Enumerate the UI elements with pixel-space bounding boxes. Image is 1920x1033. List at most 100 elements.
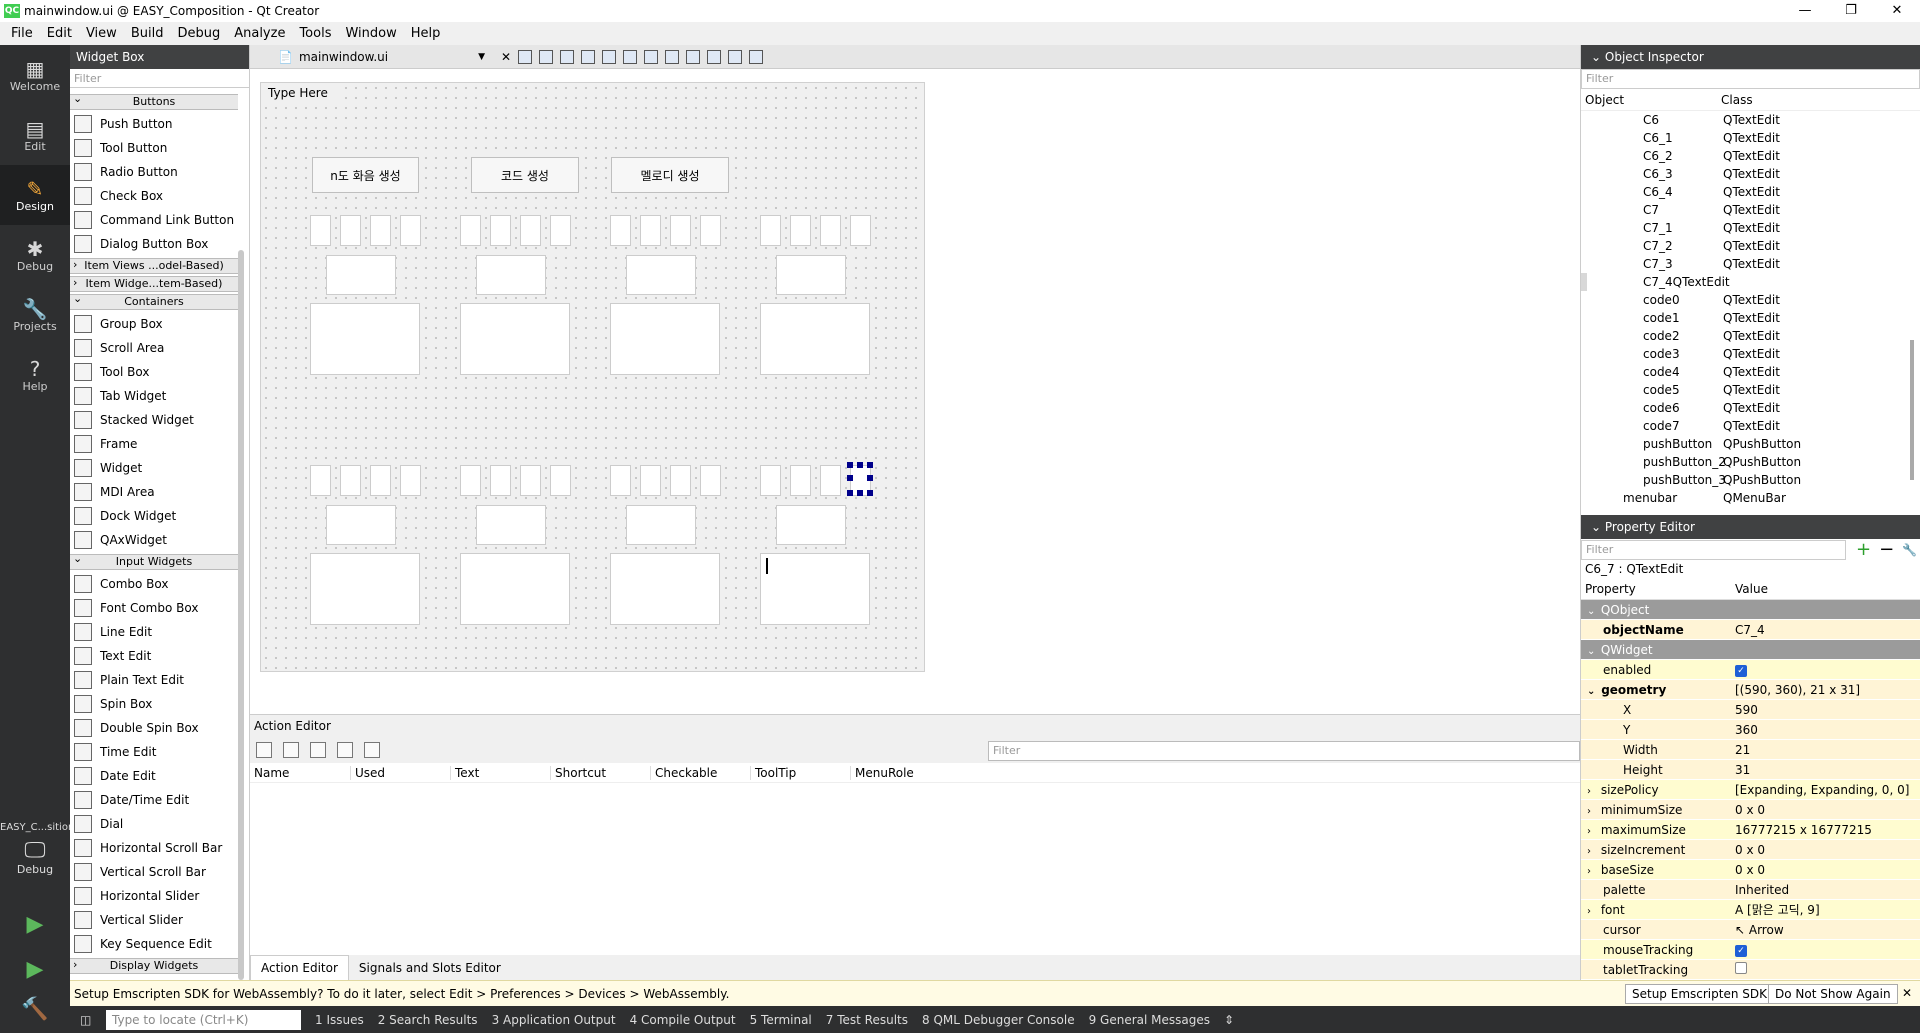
property-row[interactable]: › font A [맑은 고딕, 9] — [1581, 900, 1920, 920]
widget-category[interactable]: Item Views ...odel-Based) — [70, 258, 238, 274]
property-row[interactable]: ⌄ QObject — [1581, 600, 1920, 620]
text-edit-melody[interactable] — [610, 553, 720, 625]
mode-welcome[interactable]: ▦ Welcome — [0, 45, 70, 105]
object-tree-row[interactable]: code7 QTextEdit — [1581, 417, 1920, 435]
chevron-down-icon[interactable]: ⌄ — [1587, 606, 1597, 617]
widget-item[interactable]: Dock Widget — [70, 504, 238, 528]
text-edit-small[interactable] — [490, 465, 511, 496]
layout-grid-icon[interactable] — [707, 49, 722, 64]
widget-box-filter[interactable]: Filter — [70, 69, 249, 88]
property-value[interactable]: 360 — [1731, 723, 1920, 737]
text-edit-small[interactable] — [670, 465, 691, 496]
widget-item[interactable]: Tool Box — [70, 360, 238, 384]
text-edit-melody[interactable] — [310, 553, 420, 625]
text-edit-melody[interactable] — [760, 553, 870, 625]
text-edit-melody[interactable] — [460, 303, 570, 375]
text-edit-small[interactable] — [460, 215, 481, 246]
text-edit-small[interactable] — [550, 215, 571, 246]
object-tree-row[interactable]: C6_1 QTextEdit — [1581, 129, 1920, 147]
text-edit-small[interactable] — [310, 465, 331, 496]
widget-item[interactable]: Check Box — [70, 184, 238, 208]
menu-debug[interactable]: Debug — [170, 26, 227, 41]
text-edit-small[interactable] — [760, 465, 781, 496]
widget-item[interactable]: Group Box — [70, 312, 238, 336]
property-row[interactable]: Width 21 — [1581, 740, 1920, 760]
col-object[interactable]: Object — [1581, 93, 1721, 107]
text-edit-small[interactable] — [340, 215, 361, 246]
property-value[interactable]: 31 — [1731, 763, 1920, 777]
menu-file[interactable]: File — [4, 26, 40, 41]
text-edit-small[interactable] — [490, 215, 511, 246]
text-edit-code[interactable] — [476, 255, 546, 295]
debug-run-button[interactable]: ▶ — [20, 955, 50, 985]
mode-design[interactable]: ✎ Design — [0, 165, 70, 225]
property-value[interactable]: [(590, 360), 21 x 31] — [1731, 683, 1920, 697]
file-selector[interactable]: 📄 mainwindow.ui ▼ — [278, 50, 485, 64]
remove-property-icon[interactable]: − — [1879, 539, 1894, 560]
widget-item[interactable]: Time Edit — [70, 740, 238, 764]
selection-handle[interactable] — [847, 475, 853, 481]
menu-type-here[interactable]: Type Here — [262, 84, 342, 102]
locator-input[interactable]: Type to locate (Ctrl+K) — [106, 1009, 301, 1030]
property-row[interactable]: X 590 — [1581, 700, 1920, 720]
widget-category[interactable]: Buttons — [70, 92, 238, 110]
chevron-right-icon[interactable]: › — [1587, 846, 1597, 857]
object-tree-row[interactable]: C6 QTextEdit — [1581, 111, 1920, 129]
selection-handle[interactable] — [867, 475, 873, 481]
kit-selector-button[interactable]: 🖵 Debug — [0, 838, 70, 894]
mode-help[interactable]: ? Help — [0, 345, 70, 405]
widget-item[interactable]: Stacked Widget — [70, 408, 238, 432]
widget-item[interactable]: Date/Time Edit — [70, 788, 238, 812]
widget-category[interactable]: Display Widgets — [70, 958, 238, 974]
selection-handle[interactable] — [847, 490, 853, 496]
layout-vertical-icon[interactable] — [623, 49, 638, 64]
text-edit-small[interactable] — [400, 465, 421, 496]
output-tab[interactable]: 9 General Messages — [1089, 1013, 1210, 1027]
text-edit-melody[interactable] — [760, 303, 870, 375]
object-tree-row[interactable]: code6 QTextEdit — [1581, 399, 1920, 417]
object-tree-row[interactable]: code0 QTextEdit — [1581, 291, 1920, 309]
property-value[interactable]: 0 x 0 — [1731, 803, 1920, 817]
text-edit-code[interactable] — [326, 255, 396, 295]
text-edit-small[interactable] — [520, 465, 541, 496]
text-edit-small[interactable] — [370, 215, 391, 246]
text-edit-small[interactable] — [820, 215, 841, 246]
widget-item[interactable]: Font Combo Box — [70, 596, 238, 620]
col-menurole[interactable]: MenuRole — [850, 765, 950, 780]
text-edit-small[interactable] — [670, 215, 691, 246]
chevron-right-icon[interactable]: › — [1587, 906, 1597, 917]
text-edit-small[interactable] — [820, 465, 841, 496]
text-edit-small[interactable] — [850, 215, 871, 246]
push-button-chord[interactable]: n도 화음 생성 — [312, 157, 419, 193]
widget-item[interactable]: Horizontal Slider — [70, 884, 238, 908]
widget-item[interactable]: QAxWidget — [70, 528, 238, 552]
menu-analyze[interactable]: Analyze — [227, 26, 292, 41]
mode-projects[interactable]: 🔧 Projects — [0, 285, 70, 345]
widget-item[interactable]: Tab Widget — [70, 384, 238, 408]
output-tab[interactable]: 3 Application Output — [492, 1013, 616, 1027]
new-action-icon[interactable] — [256, 742, 272, 758]
widget-item[interactable]: Vertical Slider — [70, 908, 238, 932]
object-tree-row[interactable]: C7_1 QTextEdit — [1581, 219, 1920, 237]
menu-help[interactable]: Help — [404, 26, 448, 41]
property-row[interactable]: Height 31 — [1581, 760, 1920, 780]
property-row[interactable]: palette Inherited — [1581, 880, 1920, 900]
text-edit-small[interactable] — [310, 215, 331, 246]
mode-edit[interactable]: ▤ Edit — [0, 105, 70, 165]
selection-handle[interactable] — [867, 490, 873, 496]
object-tree-row[interactable]: C7_3 QTextEdit — [1581, 255, 1920, 273]
layout-form-icon[interactable] — [686, 49, 701, 64]
text-edit-small[interactable] — [550, 465, 571, 496]
selection-handle[interactable] — [857, 490, 863, 496]
object-tree-row[interactable]: menubar QMenuBar — [1581, 489, 1920, 507]
widget-item[interactable]: Text Edit — [70, 644, 238, 668]
text-edit-code[interactable] — [776, 255, 846, 295]
property-row[interactable]: ⌄ QWidget — [1581, 640, 1920, 660]
do-not-show-button[interactable]: Do Not Show Again — [1768, 984, 1898, 1004]
col-tooltip[interactable]: ToolTip — [750, 765, 850, 780]
col-checkable[interactable]: Checkable — [650, 765, 750, 780]
output-tab[interactable]: 2 Search Results — [378, 1013, 478, 1027]
object-tree-row[interactable]: C6_2 QTextEdit — [1581, 147, 1920, 165]
object-tree-row[interactable]: code1 QTextEdit — [1581, 309, 1920, 327]
text-edit-small[interactable] — [460, 465, 481, 496]
